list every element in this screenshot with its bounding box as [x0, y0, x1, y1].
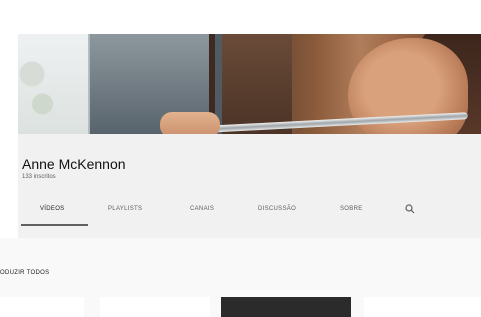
- channel-header: Anne McKennon 133 inscritos VÍDEOS PLAYL…: [18, 134, 481, 238]
- banner-door: [222, 34, 292, 134]
- channel-banner: [18, 34, 481, 134]
- video-thumbnail[interactable]: [100, 297, 210, 317]
- banner-hand: [160, 112, 220, 134]
- tab-about[interactable]: SOBRE: [340, 206, 363, 212]
- active-tab-indicator: [21, 224, 88, 226]
- play-all-button[interactable]: ODUZIR TODOS: [0, 270, 49, 276]
- video-thumbnail[interactable]: [221, 297, 351, 317]
- tab-playlists[interactable]: PLAYLISTS: [108, 206, 142, 212]
- videos-section: ODUZIR TODOS: [0, 238, 481, 317]
- channel-tabs: VÍDEOS PLAYLISTS CANAIS DISCUSSÃO SOBRE: [18, 200, 481, 226]
- channel-name: Anne McKennon: [22, 156, 126, 172]
- subscriber-count: 133 inscritos: [22, 174, 56, 180]
- tab-discussion[interactable]: DISCUSSÃO: [258, 206, 296, 212]
- tab-channels[interactable]: CANAIS: [190, 206, 214, 212]
- top-strip: [0, 0, 481, 34]
- tab-videos[interactable]: VÍDEOS: [40, 206, 64, 212]
- video-thumbnail[interactable]: [364, 297, 481, 317]
- search-icon[interactable]: [405, 204, 415, 214]
- video-thumbnail[interactable]: [0, 297, 84, 317]
- banner-plants: [18, 34, 88, 134]
